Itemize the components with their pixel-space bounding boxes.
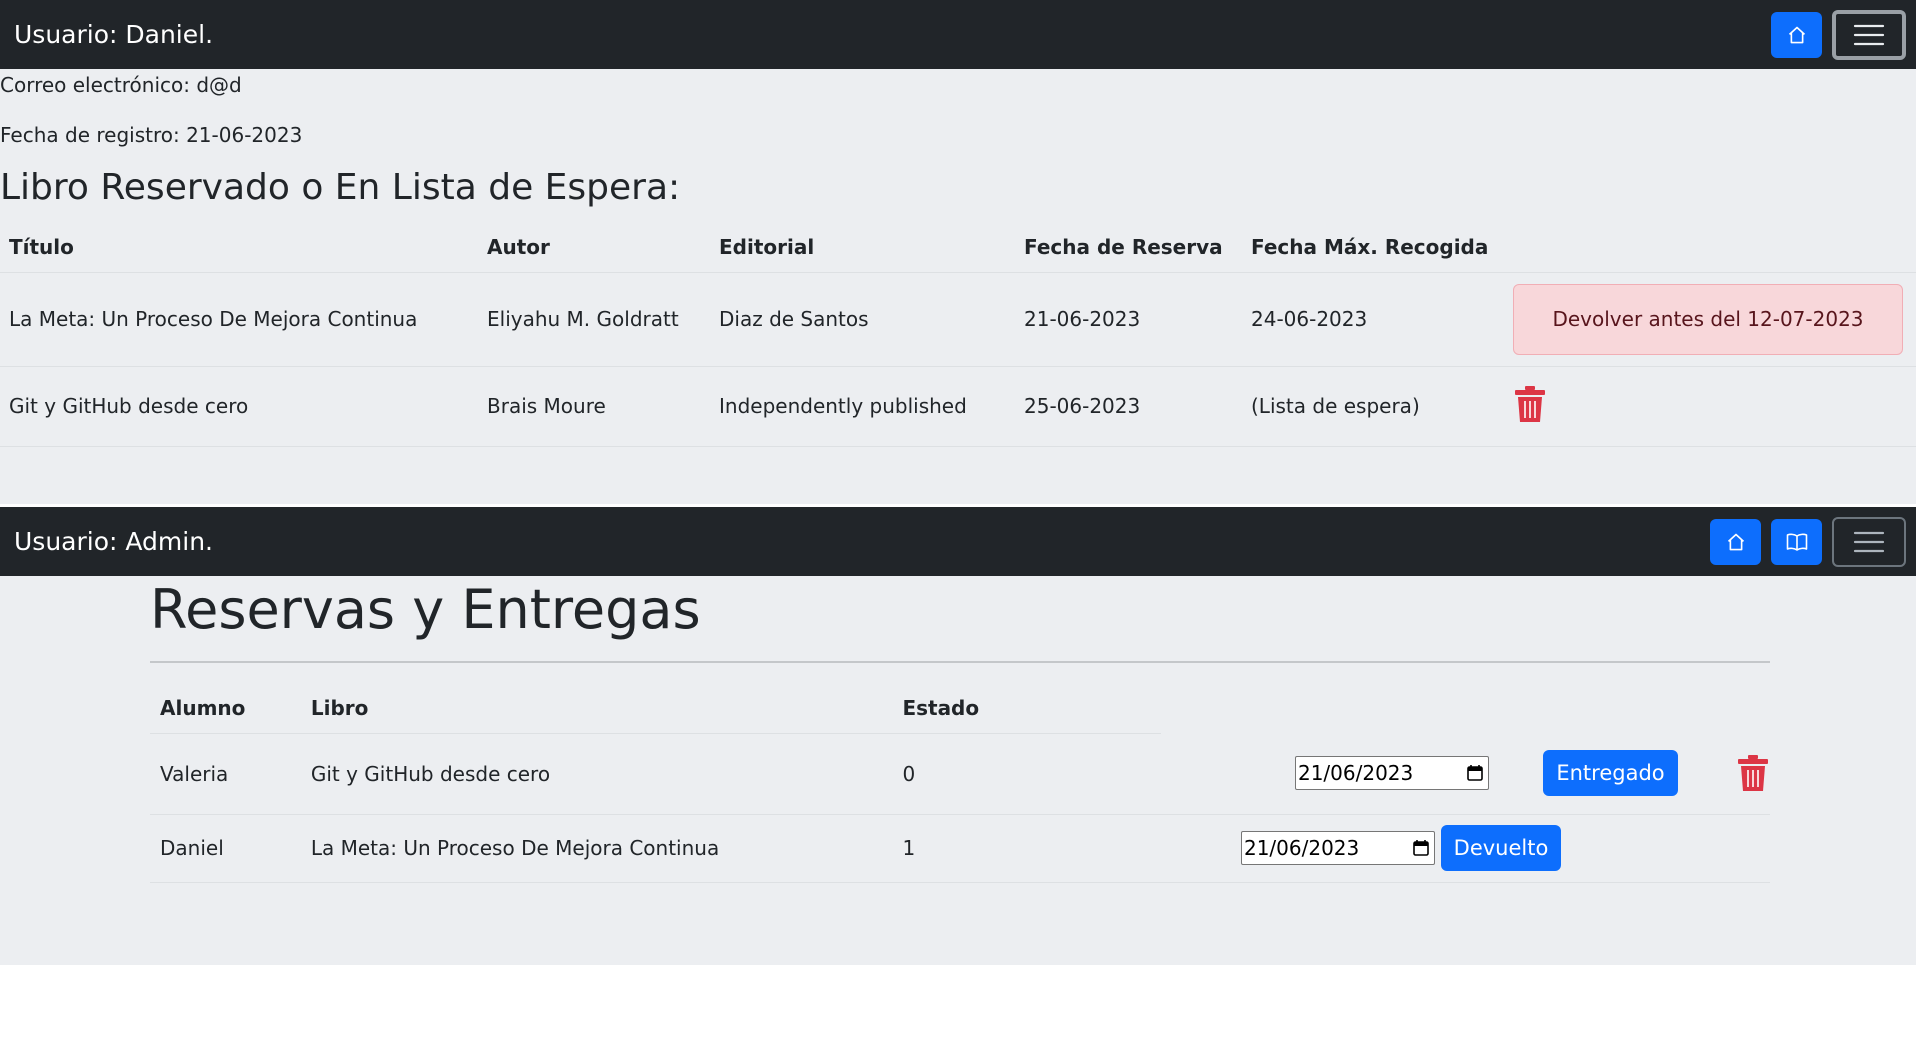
calendar-icon bbox=[1413, 840, 1429, 856]
cell-estado: 1 bbox=[892, 814, 1161, 883]
cell-actions: Devolver antes del 12-07-2023 bbox=[1509, 272, 1916, 367]
table-header-row: Título Autor Editorial Fecha de Reserva … bbox=[0, 222, 1916, 273]
cell-editorial: Independently published bbox=[710, 366, 1015, 447]
reservations-title: Libro Reservado o En Lista de Espera: bbox=[0, 167, 681, 208]
table-header-row: Alumno Libro Estado bbox=[150, 683, 1770, 734]
header-editorial: Editorial bbox=[710, 222, 1015, 273]
house-icon bbox=[1727, 533, 1744, 550]
cell-alumno: Valeria bbox=[150, 733, 301, 815]
header-fecha-reserva: Fecha de Reserva bbox=[1015, 222, 1242, 273]
cell-autor: Eliyahu M. Goldratt bbox=[478, 272, 710, 367]
header-autor: Autor bbox=[478, 222, 710, 273]
trash-icon[interactable] bbox=[1513, 385, 1547, 423]
email-line: Correo electrónico: d@d bbox=[0, 73, 242, 97]
cell-libro: Git y GitHub desde cero bbox=[300, 733, 893, 815]
date-input[interactable]: 21/06/2023 bbox=[1240, 831, 1435, 865]
cell-fecha-reserva: 21-06-2023 bbox=[1015, 272, 1242, 367]
admin-navbar: Usuario: Admin. bbox=[0, 507, 1916, 576]
cell-actions: 21/06/2023 Devuelto bbox=[1160, 814, 1770, 883]
house-icon bbox=[1788, 26, 1805, 43]
table-row: Valeria Git y GitHub desde cero 0 21/06/… bbox=[150, 733, 1770, 815]
cell-editorial: Diaz de Santos bbox=[710, 272, 1015, 367]
book-icon bbox=[1786, 533, 1807, 551]
cell-fecha-reserva: 25-06-2023 bbox=[1015, 366, 1242, 447]
register-date-line: Fecha de registro: 21-06-2023 bbox=[0, 123, 303, 147]
hamburger-menu-icon bbox=[1853, 24, 1885, 45]
cell-autor: Brais Moure bbox=[478, 366, 710, 447]
cell-alumno: Daniel bbox=[150, 814, 301, 883]
delivered-button[interactable]: Entregado bbox=[1542, 750, 1678, 797]
home-button[interactable] bbox=[1771, 11, 1822, 58]
header-alumno: Alumno bbox=[150, 683, 301, 734]
date-input[interactable]: 21/06/2023 bbox=[1294, 756, 1489, 791]
cell-fecha-max: (Lista de espera) bbox=[1242, 366, 1509, 447]
header-fecha-max: Fecha Máx. Recogida bbox=[1242, 222, 1509, 273]
header-libro: Libro bbox=[300, 683, 893, 734]
date-value: 21/06/2023 bbox=[1243, 836, 1360, 860]
divider bbox=[150, 661, 1770, 663]
cell-actions bbox=[1509, 366, 1916, 447]
date-value: 21/06/2023 bbox=[1297, 761, 1414, 786]
home-button[interactable] bbox=[1710, 518, 1761, 565]
user-reservations-table: Título Autor Editorial Fecha de Reserva … bbox=[0, 222, 1916, 447]
cell-titulo: La Meta: Un Proceso De Mejora Continua bbox=[0, 272, 478, 367]
navbar-brand: Usuario: Admin. bbox=[14, 527, 213, 556]
trash-icon[interactable] bbox=[1736, 754, 1770, 792]
navbar-brand: Usuario: Daniel. bbox=[14, 20, 214, 49]
return-deadline-alert: Devolver antes del 12-07-2023 bbox=[1513, 283, 1903, 355]
table-row: La Meta: Un Proceso De Mejora Continua E… bbox=[0, 272, 1916, 367]
user-navbar: Usuario: Daniel. bbox=[0, 0, 1916, 69]
menu-toggle-button[interactable] bbox=[1832, 9, 1906, 60]
cell-estado: 0 bbox=[892, 733, 1161, 815]
returned-button[interactable]: Devuelto bbox=[1440, 825, 1561, 871]
hamburger-menu-icon bbox=[1853, 531, 1885, 552]
menu-toggle-button[interactable] bbox=[1832, 516, 1906, 567]
header-actions bbox=[1509, 222, 1916, 273]
cell-titulo: Git y GitHub desde cero bbox=[0, 366, 478, 447]
page-title: Reservas y Entregas bbox=[150, 578, 701, 641]
cell-fecha-max: 24-06-2023 bbox=[1242, 272, 1509, 367]
header-titulo: Título bbox=[0, 222, 478, 273]
header-estado: Estado bbox=[892, 683, 1161, 734]
cell-actions: 21/06/2023 Entregado bbox=[1160, 733, 1770, 815]
calendar-icon bbox=[1467, 765, 1483, 782]
admin-reservations-table: Alumno Libro Estado Valeria Git y GitHub… bbox=[150, 683, 1770, 883]
table-row: Git y GitHub desde cero Brais Moure Inde… bbox=[0, 366, 1916, 447]
books-button[interactable] bbox=[1771, 518, 1822, 565]
cell-libro: La Meta: Un Proceso De Mejora Continua bbox=[300, 814, 893, 883]
header-actions bbox=[1161, 683, 1770, 733]
table-row: Daniel La Meta: Un Proceso De Mejora Con… bbox=[150, 814, 1770, 883]
